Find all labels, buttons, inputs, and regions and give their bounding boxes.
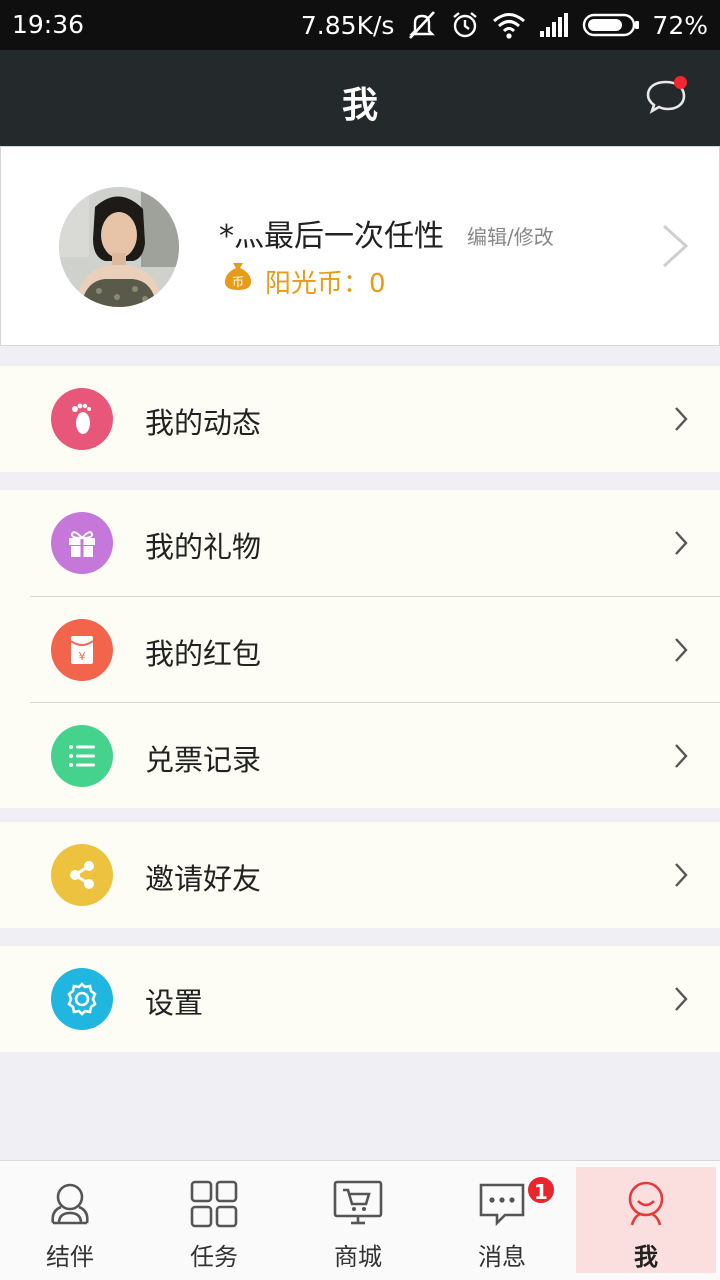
chevron-right-icon (675, 531, 688, 555)
menu-group-rewards: 我的礼物 ¥ 我的红包 兑票记录 (0, 490, 720, 808)
red-envelope-icon: ¥ (51, 619, 113, 681)
wifi-icon (493, 13, 526, 39)
tab-label: 商城 (334, 1243, 382, 1271)
avatar-photo (59, 187, 179, 307)
status-time: 19:36 (12, 10, 85, 39)
menu-group-invite: 邀请好友 (0, 822, 720, 928)
coin-bag-icon: 币 (225, 263, 251, 290)
battery-icon (583, 13, 640, 37)
bottom-tab-bar: 结伴 任务 商城 1 消息 我 (0, 1160, 720, 1280)
tab-me[interactable]: 我 (576, 1167, 716, 1273)
share-icon (51, 844, 113, 906)
menu-group-activity: 我的动态 (0, 366, 720, 472)
menu-item-label: 设置 (145, 986, 204, 1020)
chevron-right-icon (675, 987, 688, 1011)
chevron-right-icon (675, 744, 688, 768)
page-title: 我 (341, 85, 378, 126)
unread-badge: 1 (526, 1175, 556, 1205)
tab-label: 消息 (478, 1243, 526, 1271)
list-icon (51, 725, 113, 787)
avatar[interactable] (59, 187, 179, 307)
cart-icon (333, 1180, 383, 1225)
chevron-right-icon (675, 407, 688, 431)
tab-messages[interactable]: 1 消息 (432, 1167, 572, 1273)
tab-partner[interactable]: 结伴 (0, 1167, 140, 1273)
partner-icon (51, 1183, 89, 1225)
menu-item-settings[interactable]: 设置 (0, 946, 720, 1052)
chevron-right-icon (675, 863, 688, 887)
svg-text:币: 币 (232, 275, 244, 289)
tab-label: 结伴 (46, 1243, 94, 1271)
battery-percent: 72% (652, 10, 708, 40)
menu-item-ticket-records[interactable]: 兑票记录 (30, 702, 720, 808)
menu-item-label: 我的礼物 (145, 530, 262, 564)
chevron-right-icon[interactable] (661, 223, 689, 269)
tab-label: 任务 (190, 1243, 238, 1271)
menu-item-my-activity[interactable]: 我的动态 (0, 366, 720, 472)
profile-icon (628, 1181, 664, 1226)
menu-item-label: 我的红包 (145, 637, 262, 671)
title-bar: 我 (0, 50, 720, 146)
chevron-right-icon (675, 638, 688, 662)
gift-icon (51, 512, 113, 574)
menu-item-invite-friends[interactable]: 邀请好友 (0, 822, 720, 928)
grid-icon (190, 1180, 238, 1228)
menu-item-my-gifts[interactable]: 我的礼物 (0, 490, 720, 596)
tab-label: 我 (634, 1243, 658, 1271)
status-indicators: 7.85K/s 72% (301, 8, 708, 42)
message-button[interactable] (644, 74, 688, 118)
nickname: *灬最后一次任性 (219, 219, 444, 254)
menu-group-settings: 设置 (0, 946, 720, 1052)
status-bar: 19:36 7.85K/s 72% (0, 0, 720, 50)
edit-profile-link[interactable]: 编辑/修改 (467, 221, 554, 250)
tab-mall[interactable]: 商城 (288, 1167, 428, 1273)
menu-item-label: 邀请好友 (145, 862, 262, 896)
message-unread-dot (674, 76, 687, 89)
message-icon (479, 1183, 525, 1227)
profile-card[interactable]: *灬最后一次任性 编辑/修改 币 阳光币：0 (0, 146, 720, 346)
mute-icon (409, 11, 436, 39)
svg-text:¥: ¥ (79, 650, 86, 663)
tab-tasks[interactable]: 任务 (144, 1167, 284, 1273)
menu-item-label: 我的动态 (145, 406, 262, 440)
alarm-icon (453, 12, 478, 38)
menu-item-label: 兑票记录 (145, 743, 262, 777)
settings-icon (51, 968, 113, 1030)
menu-item-my-red-envelopes[interactable]: ¥ 我的红包 (30, 596, 720, 702)
footprint-icon (51, 388, 113, 450)
sunshine-coin-balance: 阳光币：0 (265, 269, 386, 299)
signal-icon (540, 13, 569, 37)
network-speed: 7.85K/s (300, 10, 395, 40)
